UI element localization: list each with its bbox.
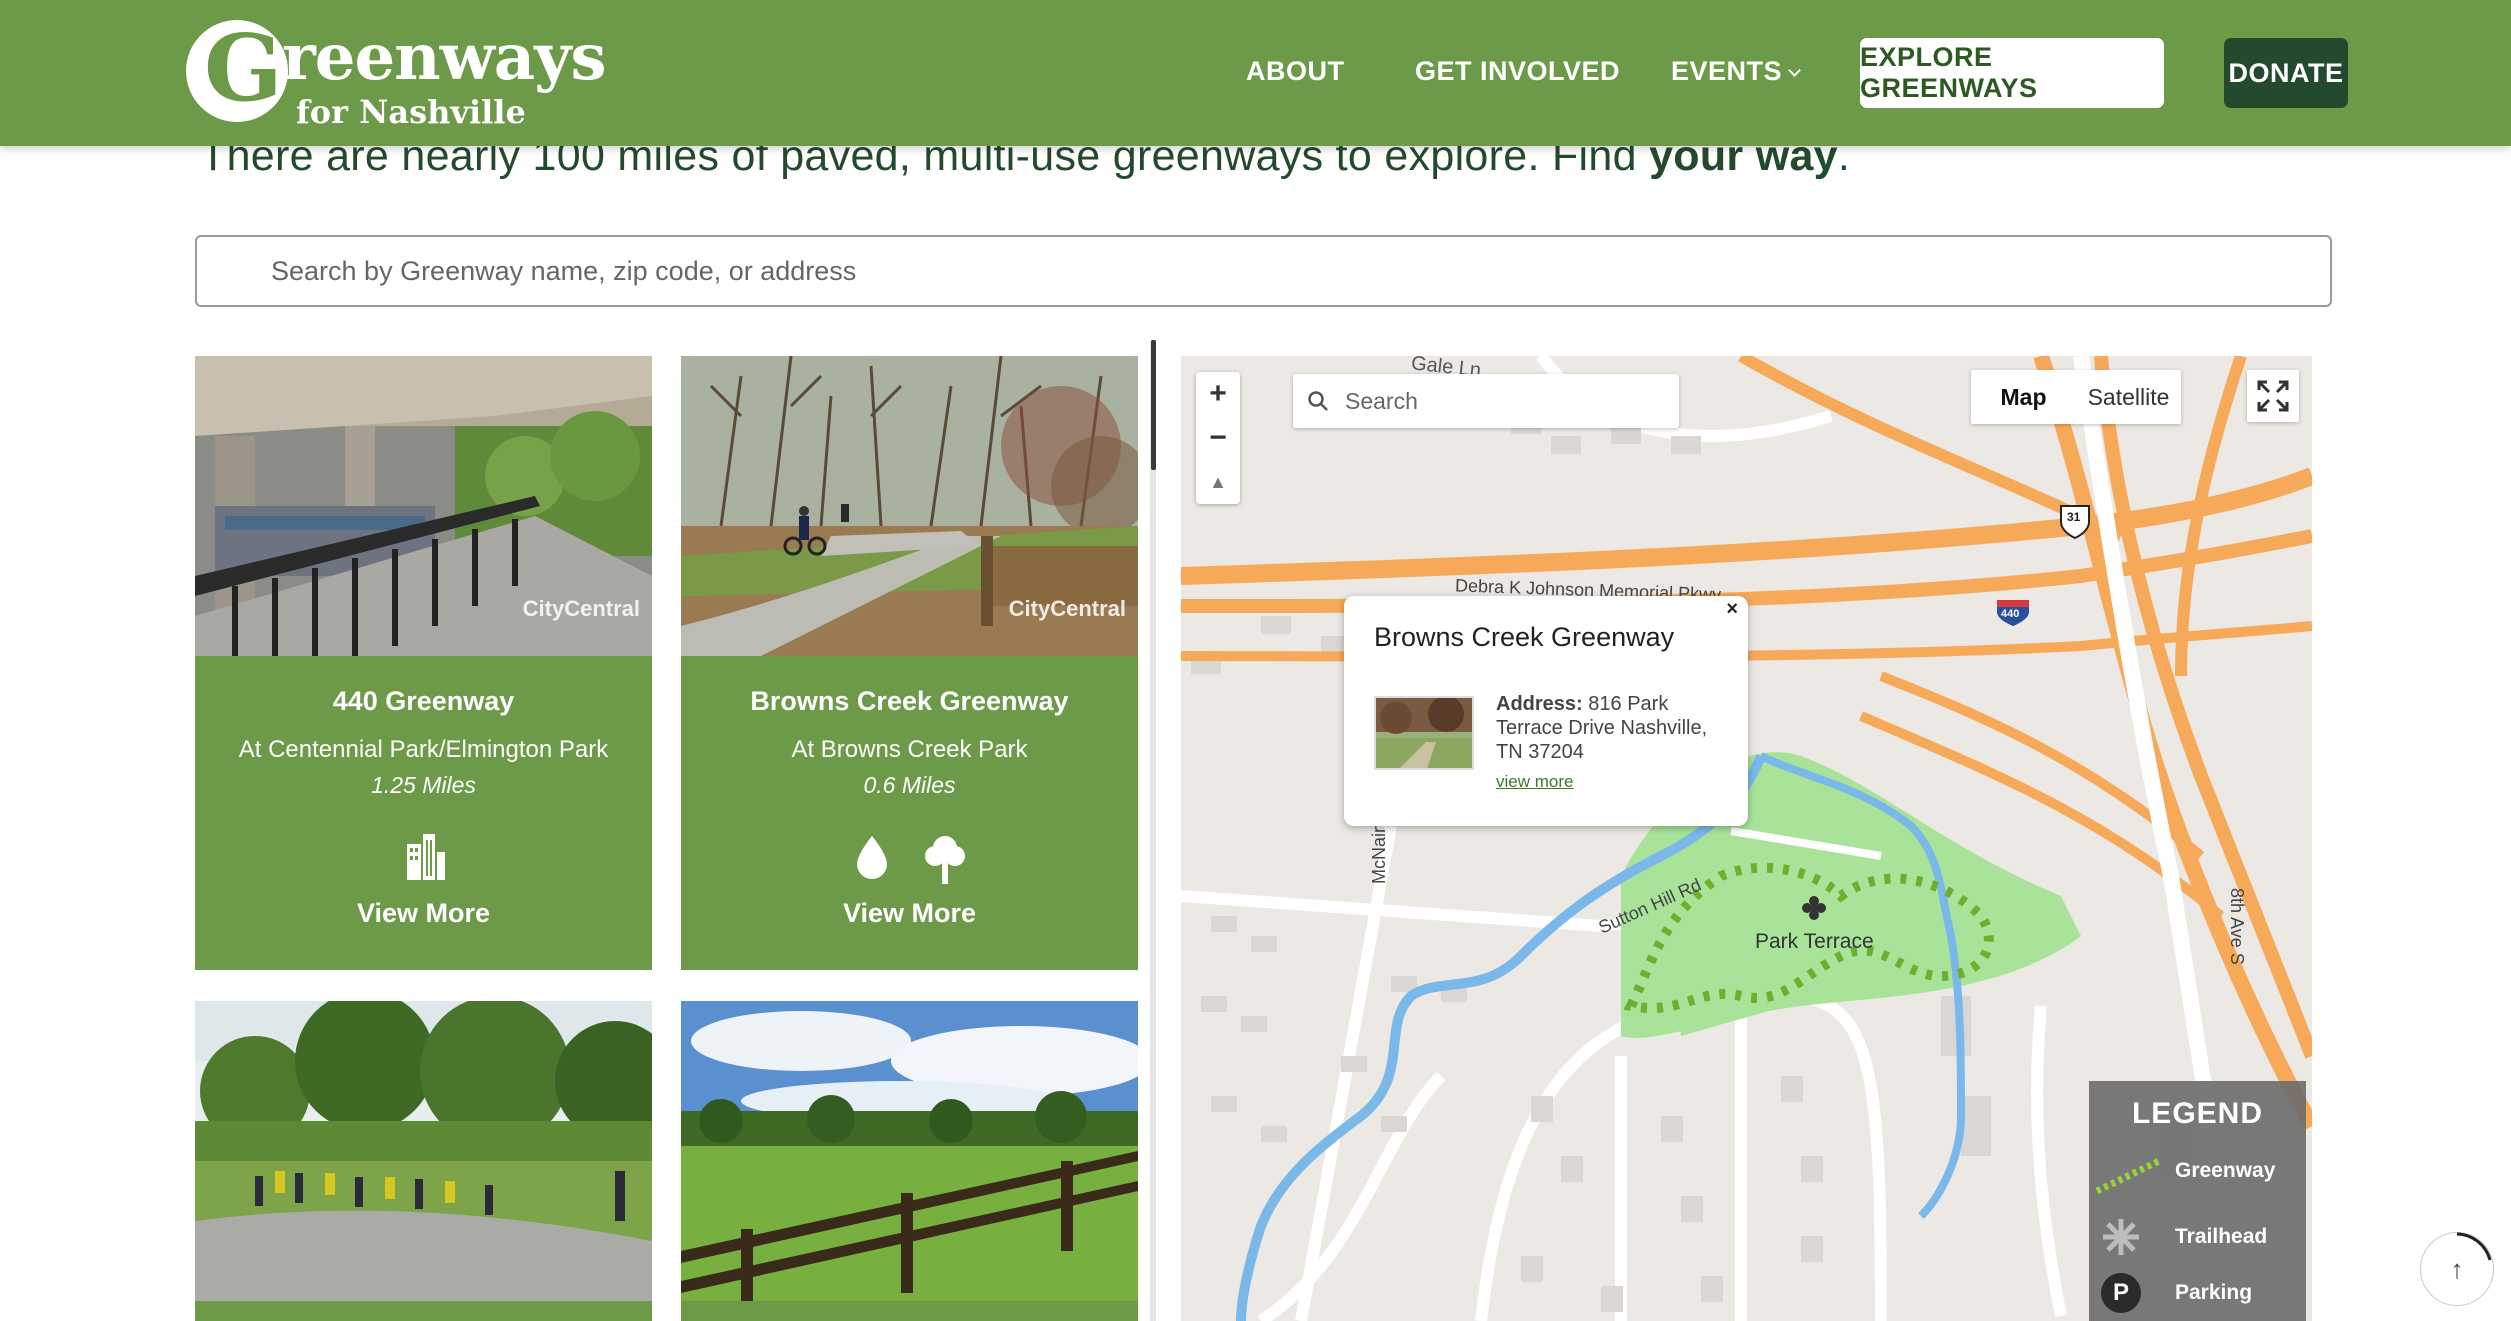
cards-scrollbar-track[interactable] xyxy=(1150,340,1156,1321)
greenway-card-4[interactable] xyxy=(681,1001,1138,1321)
explore-greenways-button[interactable]: EXPLORE GREENWAYS xyxy=(1860,38,2164,108)
card-photo-underpass: CityCentral xyxy=(195,356,652,656)
logo-g: G xyxy=(204,14,283,122)
map-label-park-terrace: Park Terrace xyxy=(1755,930,1874,953)
legend-parking: Parking xyxy=(2175,1281,2253,1304)
popup-address-label: Address: xyxy=(1496,693,1583,715)
shield-440-label: 440 xyxy=(2001,608,2020,620)
fullscreen-icon xyxy=(2257,380,2289,412)
search-icon xyxy=(1308,391,1328,411)
shield-31-label: 31 xyxy=(2067,510,2081,524)
card-distance: 1.25 Miles xyxy=(371,772,476,798)
card-watermark: CityCentral xyxy=(522,596,640,621)
greenway-card-440[interactable]: CityCentral 440 Greenway At Centennial P… xyxy=(195,356,652,970)
map-search-input[interactable] xyxy=(1293,374,1679,428)
card-distance: 0.6 Miles xyxy=(863,772,956,798)
card-title: Browns Creek Greenway xyxy=(750,686,1069,716)
legend-trailhead: Trailhead xyxy=(2175,1225,2268,1248)
map-label-mcnairy: McNairy xyxy=(1369,818,1389,884)
card-location: At Centennial Park/Elmington Park xyxy=(238,736,609,763)
legend-greenway: Greenway xyxy=(2175,1159,2276,1182)
donate-button[interactable]: DONATE xyxy=(2224,38,2348,108)
map-info-popup: × Browns Creek Greenway Address: 816 Par… xyxy=(1344,596,1748,826)
popup-thumbnail xyxy=(1374,696,1474,770)
site-header: G reenways for Nashville ABOUT GET INVOL… xyxy=(0,0,2511,146)
view-more-link[interactable]: View More xyxy=(195,898,652,929)
trailhead-legend-icon xyxy=(2103,1219,2139,1255)
tree-icon xyxy=(924,836,965,884)
logo-wordmark: reenways xyxy=(282,20,606,95)
greenway-card-browns-creek[interactable]: CityCentral Browns Creek Greenway At Bro… xyxy=(681,356,1138,970)
greenway-legend-icon xyxy=(2095,1157,2161,1195)
greenway-map[interactable]: Gale Ln Debra K Johnson Memorial Pkwy Mc… xyxy=(1181,356,2312,1321)
map-legend: LEGEND Greenway Trailhead P Parking xyxy=(2089,1081,2306,1321)
fullscreen-button[interactable] xyxy=(2247,370,2299,422)
water-drop-icon xyxy=(856,836,887,879)
zoom-out-button[interactable]: − xyxy=(1196,416,1240,460)
nav-events[interactable]: EVENTS xyxy=(1671,56,1801,87)
nav-events-label: EVENTS xyxy=(1671,56,1783,86)
map-type-toggle: Map Satellite xyxy=(1971,370,2181,424)
card-photo-group-walk xyxy=(195,1001,652,1301)
popup-view-more-link[interactable]: view more xyxy=(1496,772,1573,792)
chevron-down-icon xyxy=(1788,64,1801,77)
logo-subtitle: for Nashville xyxy=(296,93,526,131)
logo-circle: G xyxy=(186,20,288,122)
legend-title: LEGEND xyxy=(2131,1097,2263,1130)
building-icon xyxy=(406,834,445,880)
card-location: At Browns Creek Park xyxy=(791,736,1028,763)
nav-get-involved[interactable]: GET INVOLVED xyxy=(1415,56,1620,87)
scroll-progress-ring xyxy=(2456,1232,2492,1261)
card-watermark: CityCentral xyxy=(1008,596,1126,621)
nav-about[interactable]: ABOUT xyxy=(1246,56,1345,87)
map-label-8th-ave-s: 8th Ave S xyxy=(2227,888,2247,965)
view-more-link[interactable]: View More xyxy=(681,898,1138,929)
greenways-logo[interactable]: G reenways for Nashville xyxy=(186,16,606,136)
parking-legend-icon: P xyxy=(2101,1273,2141,1313)
popup-title: Browns Creek Greenway xyxy=(1374,622,1675,652)
map-type-map[interactable]: Map xyxy=(1971,384,2076,411)
compass-reset-button[interactable]: ▲ xyxy=(1196,460,1240,504)
card-title: 440 Greenway xyxy=(332,686,515,716)
card-photo-field-fence xyxy=(681,1001,1138,1301)
card-photo-trail: CityCentral xyxy=(681,356,1138,656)
close-icon[interactable]: × xyxy=(1726,598,1738,621)
map-type-satellite[interactable]: Satellite xyxy=(2076,384,2181,411)
greenway-card-3[interactable] xyxy=(195,1001,652,1321)
popup-address: Address: 816 Park Terrace Drive Nashvill… xyxy=(1496,692,1736,764)
zoom-in-button[interactable]: + xyxy=(1196,372,1240,416)
cards-scrollbar-thumb[interactable] xyxy=(1151,340,1156,470)
map-zoom-controls: + − ▲ xyxy=(1196,372,1240,504)
greenway-search-input[interactable] xyxy=(195,235,2332,307)
